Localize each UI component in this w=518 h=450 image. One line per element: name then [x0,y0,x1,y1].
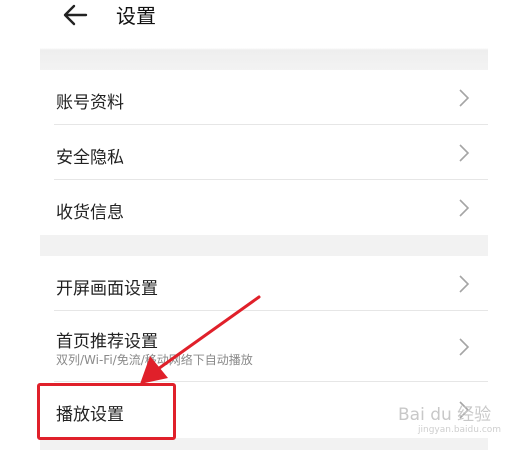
settings-item-label: 安全隐私 [56,148,124,168]
watermark: Bai du 经验 [398,405,492,425]
chevron-right-icon [459,199,470,217]
chevron-right-icon [459,338,470,356]
chevron-right-icon [459,144,470,162]
settings-item-label: 开屏画面设置 [56,279,158,299]
page-title: 设置 [116,4,156,28]
settings-item-home-recommend[interactable]: 首页推荐设置 双列/Wi-Fi/免流/移动网络下自动播放 [40,311,488,382]
app-header: 设置 [0,0,518,48]
settings-item-privacy[interactable]: 安全隐私 [40,125,488,180]
settings-item-label: 首页推荐设置 [56,332,158,352]
settings-item-splash[interactable]: 开屏画面设置 [40,256,488,311]
settings-item-label: 账号资料 [56,93,124,113]
chevron-right-icon [459,89,470,107]
chevron-right-icon [459,275,470,293]
watermark-url: jingyan.baidu.com [418,425,502,435]
settings-item-account[interactable]: 账号资料 [40,70,488,125]
arrow-left-icon[interactable] [62,4,88,26]
settings-item-label: 收货信息 [56,203,124,223]
section-gap [40,48,488,70]
settings-item-sublabel: 双列/Wi-Fi/免流/移动网络下自动播放 [56,353,253,367]
settings-item-shipping[interactable]: 收货信息 [40,180,488,235]
highlight-box [37,383,176,440]
